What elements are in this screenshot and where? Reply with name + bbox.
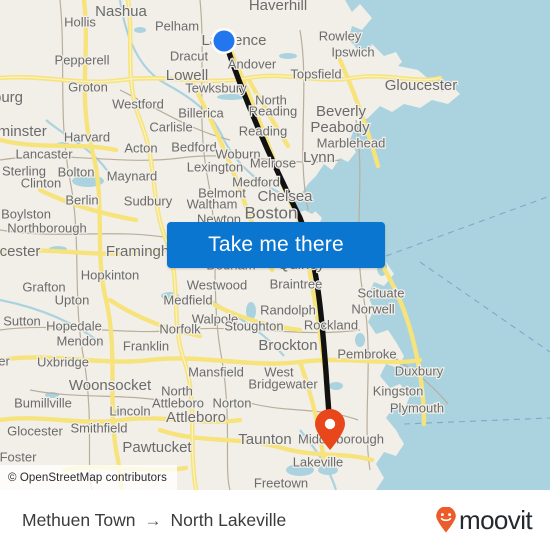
route-summary: Methuen Town → North Lakeville: [22, 510, 286, 531]
map-place-label: Hopkinton: [81, 267, 140, 282]
map-place-label: Scituate: [358, 285, 405, 300]
map-place-label: Groton: [68, 79, 108, 94]
map-place-label: Upton: [55, 292, 90, 307]
map-place-label: Kingston: [373, 383, 424, 398]
map-place-label: Ipswich: [331, 44, 374, 59]
route-origin-label: Methuen Town: [22, 509, 136, 530]
map-place-label: Woonsocket: [69, 377, 152, 394]
map-place-label: Andover: [228, 56, 277, 71]
map-place-label: Chelsea: [257, 188, 313, 205]
map-place-label: Rockland: [304, 317, 358, 332]
map-place-label: Brockton: [258, 337, 317, 354]
map-place-label: Reading: [239, 123, 287, 138]
map-place-label: Boston: [245, 203, 298, 222]
map-place-label: Harvard: [64, 129, 110, 144]
map-place-label: Topsfield: [290, 66, 341, 81]
map-place-label: Bolton: [58, 164, 95, 179]
map-place-label: ominster: [0, 123, 47, 140]
map-place-label: Bumillville: [14, 395, 72, 410]
footer-bar: Methuen Town → North Lakeville moovit: [0, 490, 550, 550]
map-place-label: burg: [0, 89, 23, 106]
moovit-logo[interactable]: moovit: [435, 504, 533, 536]
map-place-label: Rowley: [319, 28, 362, 43]
map-place-label: Lancaster: [15, 146, 73, 161]
map-place-label: Gloucester: [385, 77, 458, 94]
map-place-label: Lexington: [187, 159, 243, 174]
map-place-label: Glocester: [7, 423, 63, 438]
map-place-label: Haverhill: [249, 0, 307, 14]
map-place-label: Franklin: [123, 338, 169, 353]
map-place-label: Plymouth: [390, 400, 444, 415]
map-place-label: Randolph: [260, 302, 316, 317]
map-place-label: Lynn: [303, 149, 335, 166]
map-place-label: Westford: [112, 96, 164, 111]
map-place-label: Beverly: [316, 103, 367, 120]
route-destination-label: North Lakeville: [170, 509, 287, 530]
map-place-label: Acton: [124, 140, 157, 155]
map-place-label: er: [0, 353, 10, 368]
map-place-label: Bedford: [171, 139, 217, 154]
map-place-label: Boylston: [1, 206, 51, 221]
map-place-label: Dracut: [170, 48, 209, 63]
map-place-label: Pawtucket: [122, 439, 192, 456]
map-place-label: Billerica: [178, 105, 224, 120]
map-place-label: Reading: [249, 103, 297, 118]
map-place-label: Northborough: [7, 220, 87, 235]
map-place-label: Waltham: [187, 196, 238, 211]
map-place-label: Taunton: [238, 431, 291, 448]
moovit-pin-smiley-icon: [436, 507, 456, 533]
moovit-brand-text: moovit: [459, 504, 533, 535]
map-place-label: Peabody: [310, 119, 370, 136]
map-place-label: Maynard: [107, 168, 158, 183]
take-me-there-button[interactable]: Take me there: [167, 222, 385, 268]
map-place-label: Carlisle: [149, 119, 192, 134]
map-place-label: Clinton: [21, 175, 61, 190]
map-place-label: Bridgewater: [248, 376, 318, 391]
map-place-label: Westwood: [187, 277, 247, 292]
map-place-label: Hollis: [64, 14, 96, 29]
map-place-label: Sutton: [3, 313, 41, 328]
map-place-label: Mansfield: [188, 364, 244, 379]
map-place-label: Pepperell: [55, 52, 110, 67]
origin-marker[interactable]: [211, 28, 237, 54]
take-me-there-label: Take me there: [208, 233, 344, 256]
map-place-label: Norfolk: [159, 321, 201, 336]
map-place-label: Nashua: [95, 3, 147, 20]
map-place-label: Stoughton: [224, 318, 283, 333]
map-place-label: Hopedale: [46, 318, 102, 333]
osm-attribution-text: © OpenStreetMap contributors: [8, 471, 167, 484]
map-place-label: cester: [0, 243, 40, 260]
map-place-label: Lincoln: [109, 403, 150, 418]
map-place-label: Uxbridge: [37, 354, 89, 369]
map-place-label: Medfield: [163, 292, 212, 307]
map-place-label: Pelham: [155, 18, 199, 33]
arrow-right-icon: →: [144, 510, 162, 530]
map-place-label: Melrose: [250, 155, 296, 170]
map-place-label: Sudbury: [124, 193, 173, 208]
map-place-label: Duxbury: [395, 363, 444, 378]
map-place-label: Norwell: [351, 301, 394, 316]
map-place-label: Attleboro: [166, 409, 226, 426]
moovit-route-card: NashuaHaverhillHollisPelhamLawrenceRowle…: [0, 0, 550, 550]
osm-attribution[interactable]: © OpenStreetMap contributors: [0, 465, 177, 490]
map-place-label: Freetown: [254, 475, 308, 490]
map-place-label: Tewksbury: [185, 80, 247, 95]
map-place-label: Mendon: [57, 333, 104, 348]
map-place-label: Lakeville: [293, 454, 344, 469]
map-place-label: Braintree: [270, 276, 323, 291]
map-place-label: Berlin: [65, 192, 98, 207]
map-place-label: Smithfield: [70, 420, 127, 435]
map-place-label: Pembroke: [337, 346, 396, 361]
map-place-label: Foster: [0, 449, 37, 464]
